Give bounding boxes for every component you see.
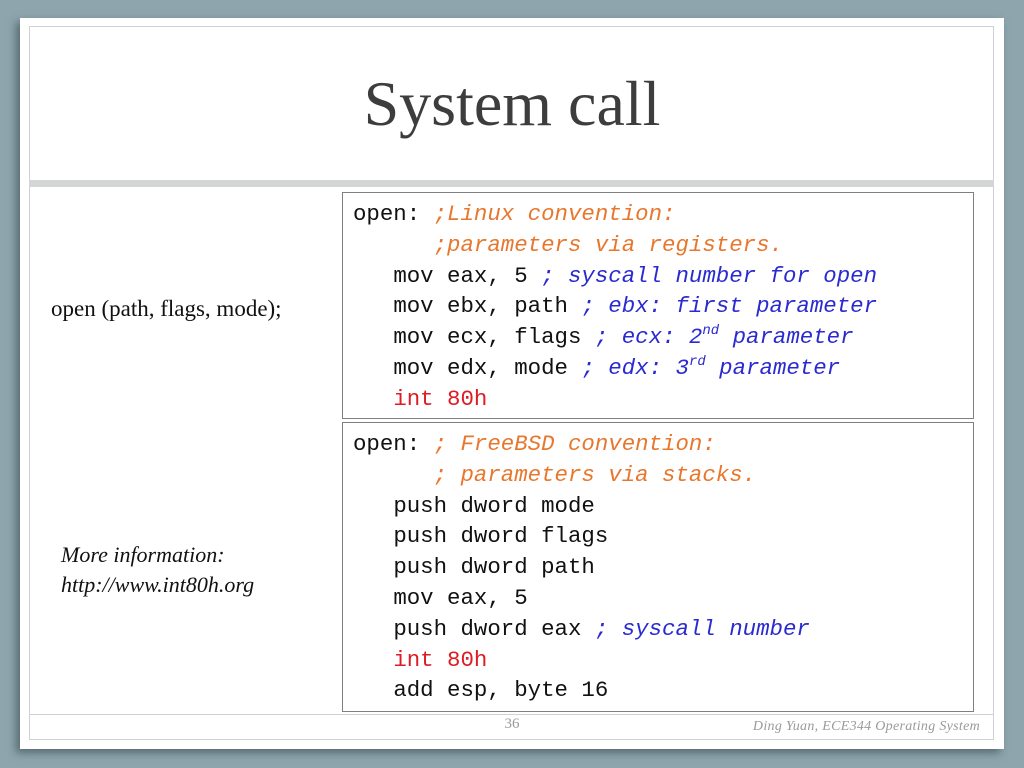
code-line: push dword path <box>353 552 973 583</box>
code-comment: ;Linux convention: <box>433 201 676 227</box>
code-line: open: ; FreeBSD convention: <box>353 429 973 460</box>
comment-text: parameter <box>719 324 854 351</box>
code-instruction: mov ebx, path <box>393 293 582 320</box>
code-instruction: push dword flags <box>393 523 609 550</box>
freebsd-code-block: open: ; FreeBSD convention: ; parameters… <box>342 422 974 712</box>
code-instruction: add esp, byte 16 <box>393 677 609 704</box>
code-comment: ; ebx: first parameter <box>581 293 878 320</box>
code-instruction: mov edx, mode <box>393 354 582 381</box>
more-information: More information: http://www.int80h.org <box>61 540 254 600</box>
code-line: push dword flags <box>353 521 973 552</box>
more-info-link[interactable]: http://www.int80h.org <box>61 570 254 600</box>
interrupt-instruction: int 80h <box>393 385 488 412</box>
code-comment: ; ecx: 2nd parameter <box>595 324 854 350</box>
code-label: open: <box>353 431 434 457</box>
ordinal-suffix: nd <box>702 323 720 340</box>
code-line: ;parameters via registers. <box>353 230 973 261</box>
code-line: mov eax, 5 ; syscall number for open <box>353 261 973 292</box>
code-comment: ; syscall number for open <box>541 262 878 289</box>
ordinal-suffix: rd <box>688 353 706 370</box>
code-instruction: push dword path <box>393 554 595 581</box>
more-info-label: More information: <box>61 542 225 567</box>
comment-text: ; ecx: 2 <box>594 324 703 351</box>
code-instruction: push dword mode <box>393 492 595 519</box>
code-line: ; parameters via stacks. <box>353 460 973 491</box>
code-line: push dword eax ; syscall number <box>353 614 973 645</box>
page-number: 36 <box>504 716 520 732</box>
code-instruction: mov eax, 5 <box>393 584 528 611</box>
code-comment: ; FreeBSD convention: <box>433 431 716 457</box>
code-comment: ; edx: 3rd parameter <box>581 355 840 381</box>
code-instruction: mov ecx, flags <box>393 324 595 351</box>
code-instruction: mov eax, 5 <box>393 262 542 289</box>
title-divider <box>29 180 994 187</box>
code-line: mov edx, mode ; edx: 3rd parameter <box>353 353 973 384</box>
slide-title: System call <box>363 68 661 139</box>
code-line: mov ecx, flags ; ecx: 2nd parameter <box>353 322 973 353</box>
footer-credit: Ding Yuan, ECE344 Operating System <box>752 719 980 734</box>
code-line: add esp, byte 16 <box>353 675 973 706</box>
comment-text: parameter <box>705 354 841 381</box>
code-line: mov ebx, path ; ebx: first parameter <box>353 291 973 322</box>
code-comment: ; syscall number <box>594 615 810 642</box>
code-instruction: push dword eax <box>393 615 595 642</box>
code-line: push dword mode <box>353 491 973 522</box>
code-comment: ;parameters via registers. <box>433 231 783 258</box>
code-line: int 80h <box>353 384 973 415</box>
function-signature: open (path, flags, mode); <box>51 296 282 321</box>
comment-text: ; edx: 3 <box>581 354 689 381</box>
code-label: open: <box>353 201 434 227</box>
code-line: mov eax, 5 <box>353 583 973 614</box>
footer-divider <box>29 714 994 715</box>
code-comment: ; parameters via stacks. <box>433 461 757 488</box>
code-line: open: ;Linux convention: <box>353 199 973 230</box>
linux-code-block: open: ;Linux convention: ;parameters via… <box>342 192 974 419</box>
interrupt-instruction: int 80h <box>393 646 488 673</box>
code-line: int 80h <box>353 645 973 676</box>
